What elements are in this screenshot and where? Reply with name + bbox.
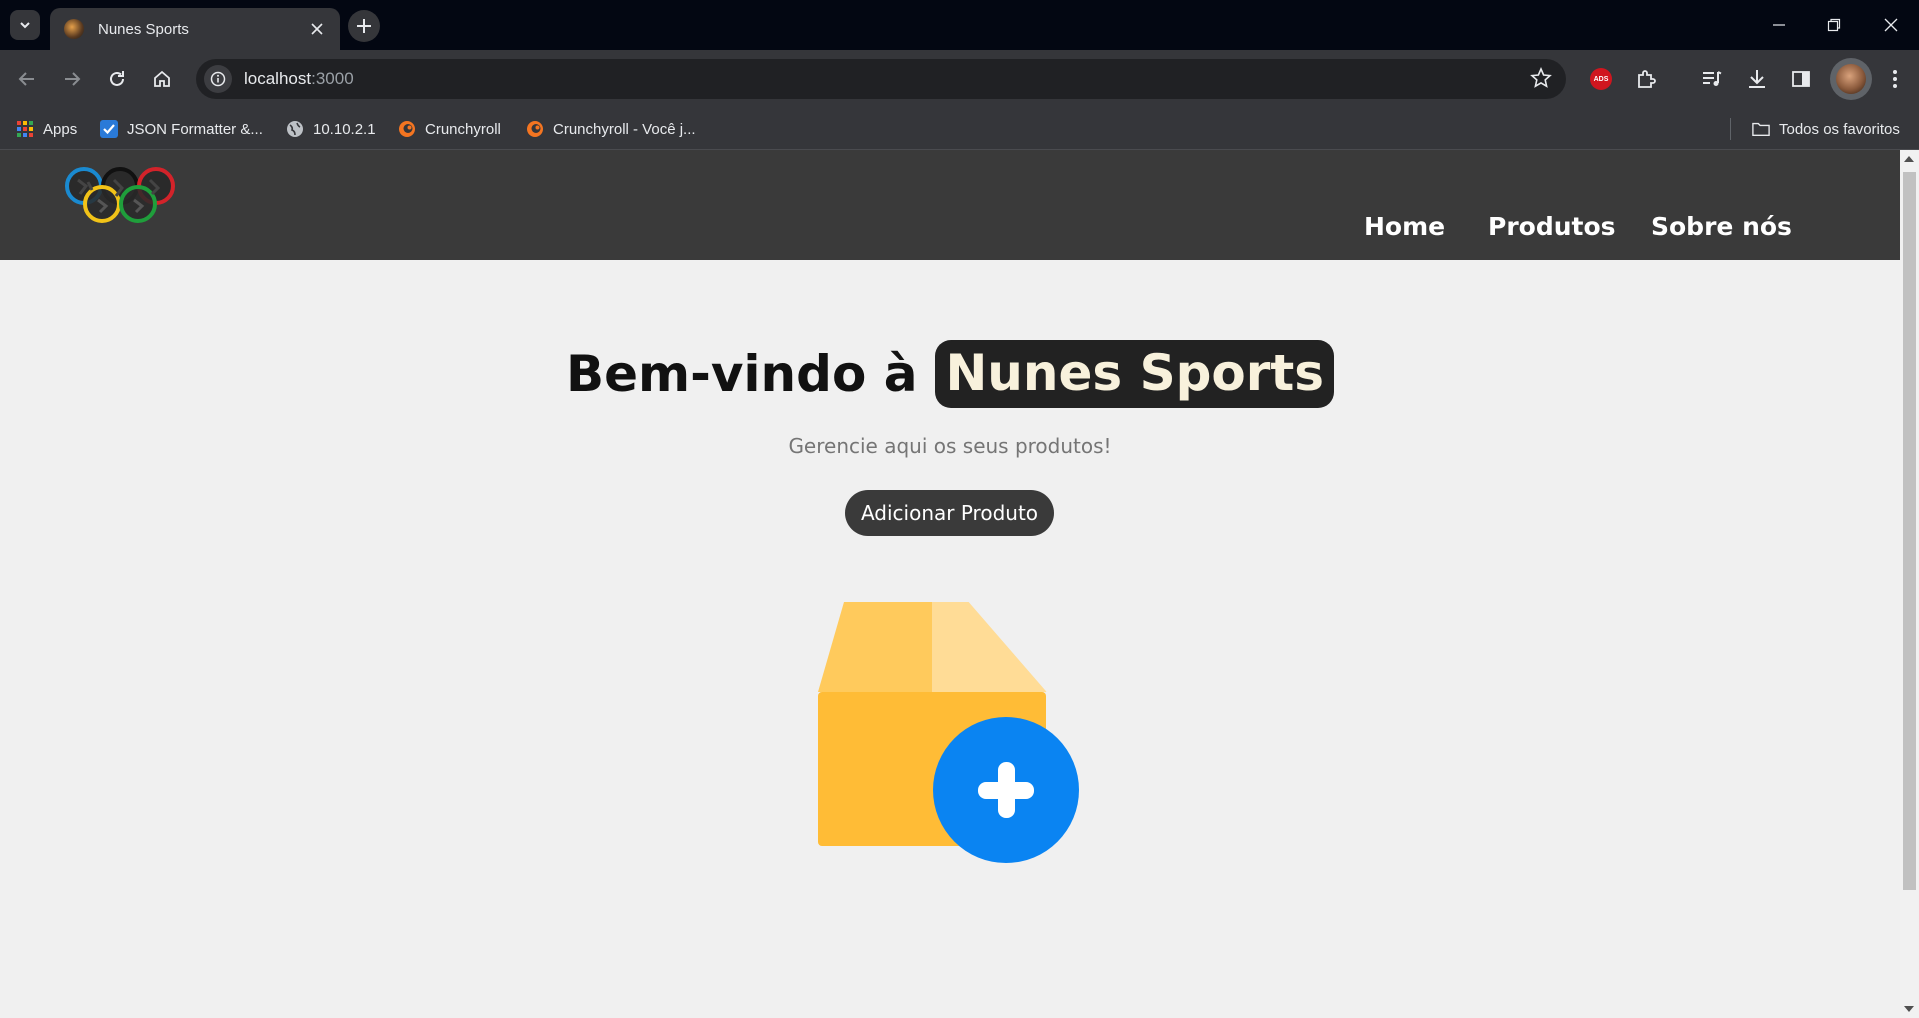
browser-toolbar: localhost:3000 ADS [0,50,1919,108]
bookmark-apps[interactable]: Apps [16,108,77,150]
arrow-right-icon [65,72,81,86]
nav-home[interactable]: Home [1364,212,1445,241]
crunchyroll-icon [398,120,416,138]
tab-title: Nunes Sports [98,20,189,38]
restore-button[interactable] [1805,0,1863,50]
scroll-thumb[interactable] [1903,172,1916,890]
bookmark-crunchyroll[interactable]: Crunchyroll [398,108,501,150]
extensions-icon[interactable] [1631,64,1661,94]
minimize-icon [1773,24,1785,26]
download-icon[interactable] [1742,64,1772,94]
ads-badge: ADS [1590,68,1612,90]
all-bookmarks-folder[interactable]: Todos os favoritos [1752,108,1900,150]
welcome-text: Bem-vindo à [565,345,918,403]
olympic-rings-logo[interactable] [62,164,180,233]
close-icon [1884,18,1898,32]
globe-icon [286,120,304,138]
scroll-down-icon[interactable] [1904,1006,1914,1012]
url-port: :3000 [311,69,354,88]
url-host: localhost [244,69,312,88]
scroll-up-icon[interactable] [1904,156,1914,162]
page-subtitle: Gerencie aqui os seus produtos! [788,434,1112,458]
box-plus-icon [818,601,1079,863]
bookmarks-bar: Apps JSON Formatter &... 10.10.2.1 Crunc… [0,108,1919,150]
favicon-icon [64,19,84,39]
url-text[interactable]: localhost:3000 [244,69,354,89]
reload-button[interactable] [100,62,134,96]
adblock-extension-icon[interactable]: ADS [1586,64,1616,94]
forward-button[interactable] [55,62,89,96]
home-icon [154,70,170,87]
page-scrollbar[interactable] [1900,150,1919,1018]
avatar-image [1836,64,1866,94]
minimize-button[interactable] [1750,0,1808,50]
browser-tab[interactable]: Nunes Sports [50,8,340,50]
restore-icon [1827,18,1841,32]
bookmark-json-formatter[interactable]: JSON Formatter &... [100,108,263,150]
page-title: Bem-vindo à Nunes Sports [0,340,1900,408]
folder-icon [1752,120,1770,138]
reload-icon [110,71,124,86]
bookmarks-divider [1730,118,1731,140]
bookmark-label: Crunchyroll [425,120,501,138]
add-product-button[interactable]: Adicionar Produto [845,490,1054,536]
tab-strip: Nunes Sports [0,0,1919,50]
media-control-icon[interactable] [1697,64,1727,94]
profile-avatar[interactable] [1830,58,1872,100]
bookmark-star-icon[interactable] [1530,66,1552,94]
close-tab-icon[interactable] [306,18,328,40]
nav-produtos[interactable]: Produtos [1488,212,1616,241]
address-bar[interactable]: localhost:3000 [196,59,1566,99]
home-button[interactable] [145,62,179,96]
all-bookmarks-label: Todos os favoritos [1779,120,1900,138]
chevron-down-icon [20,22,30,29]
bookmark-label: Crunchyroll - Você j... [553,120,696,138]
bookmark-crunchyroll-2[interactable]: Crunchyroll - Você j... [526,108,696,150]
menu-kebab-icon[interactable] [1880,64,1910,94]
apps-grid-icon [16,120,34,138]
bookmark-label: Apps [43,120,78,138]
checkbox-icon [100,120,118,138]
plus-icon [357,19,371,33]
arrow-left-icon [18,72,34,86]
bookmark-ip[interactable]: 10.10.2.1 [286,108,376,150]
tab-search-button[interactable] [10,10,40,40]
side-panel-icon[interactable] [1786,64,1816,94]
close-window-button[interactable] [1862,0,1919,50]
back-button[interactable] [10,62,44,96]
crunchyroll-icon [526,120,544,138]
site-info-icon[interactable] [204,65,232,93]
site-header: Home Produtos Sobre nós [0,150,1900,260]
new-tab-button[interactable] [348,10,380,42]
bookmark-label: JSON Formatter &... [127,120,263,138]
add-product-illustration[interactable] [818,601,1082,875]
bookmark-label: 10.10.2.1 [313,120,376,138]
nav-sobre-nos[interactable]: Sobre nós [1651,212,1792,241]
brand-name-pill: Nunes Sports [935,340,1335,408]
page-viewport: Home Produtos Sobre nós Bem-vindo à Nune… [0,150,1919,1018]
